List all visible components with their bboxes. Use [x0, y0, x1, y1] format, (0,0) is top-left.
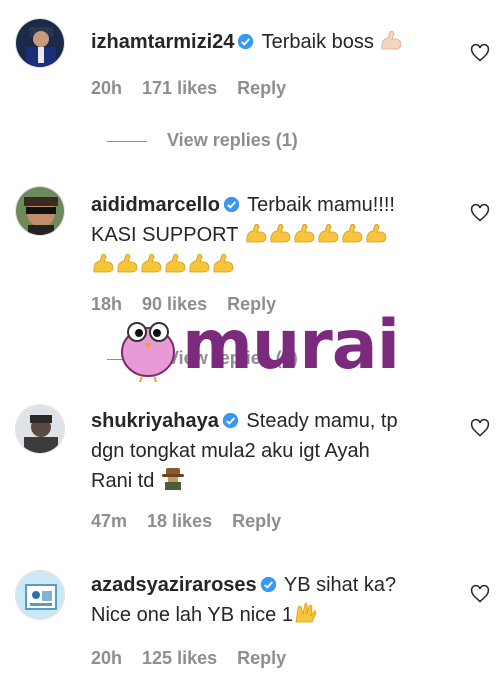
timestamp: 20h [91, 78, 123, 98]
comment-body-line2: KASI SUPPORT [91, 224, 239, 246]
comment-meta: 20h 171 likes Reply [91, 78, 306, 99]
view-replies-label: View replies (1) [167, 130, 298, 150]
heart-icon[interactable] [470, 418, 490, 438]
comment-text: azadsyaziraroses YB sihat ka? Nice one l… [91, 570, 451, 630]
username[interactable]: shukriyahaya [91, 410, 219, 432]
flexed-biceps-emoji [294, 223, 315, 243]
heart-icon[interactable] [470, 43, 490, 63]
like-count[interactable]: 171 likes [142, 78, 217, 98]
murai-watermark: murai [118, 306, 400, 386]
comment-body-line3: Rani td [91, 470, 155, 492]
flexed-biceps-emoji [381, 30, 402, 50]
flexed-biceps-emoji [117, 253, 138, 273]
like-count[interactable]: 125 likes [142, 648, 217, 668]
reply-button[interactable]: Reply [232, 511, 281, 531]
reply-button[interactable]: Reply [237, 78, 286, 98]
heart-icon[interactable] [470, 203, 490, 223]
flexed-biceps-emoji [93, 253, 114, 273]
verified-badge-icon [223, 196, 240, 213]
flexed-biceps-emoji-row [91, 253, 235, 276]
flexed-biceps-emoji [342, 223, 363, 243]
comment-body-line2: dgn tongkat mula2 aku igt Ayah [91, 440, 370, 462]
watermark-logo-text: murai [182, 306, 400, 385]
like-count[interactable]: 18 likes [147, 511, 212, 531]
flexed-biceps-emoji [141, 253, 162, 273]
cowboy-emoji [161, 468, 184, 490]
reply-button[interactable]: Reply [237, 648, 286, 668]
avatar[interactable] [15, 186, 65, 236]
heart-icon[interactable] [470, 584, 490, 604]
avatar[interactable] [15, 18, 65, 68]
avatar[interactable] [15, 570, 65, 620]
flexed-biceps-emoji [189, 253, 210, 273]
comment-text: shukriyahaya Steady mamu, tp dgn tongkat… [91, 406, 451, 496]
flexed-biceps-emoji [246, 223, 267, 243]
flexed-biceps-emoji [213, 253, 234, 273]
flexed-biceps-emoji [165, 253, 186, 273]
flexed-biceps-emoji-row [244, 223, 388, 246]
raising-hands-emoji [295, 602, 317, 623]
username[interactable]: azadsyaziraroses [91, 574, 257, 596]
avatar[interactable] [15, 404, 65, 454]
timestamp: 20h [91, 648, 123, 668]
comment-text: aididmarcello Terbaik mamu!!!! KASI SUPP… [91, 190, 451, 280]
timestamp: 18h [91, 294, 123, 314]
flexed-biceps-emoji [270, 223, 291, 243]
view-replies-button[interactable]: View replies (1) [107, 130, 298, 151]
username[interactable]: aididmarcello [91, 194, 220, 216]
comment-body: Terbaik boss [261, 31, 374, 53]
timestamp: 47m [91, 511, 128, 531]
comment-text: izhamtarmizi24 Terbaik boss [91, 27, 451, 57]
username[interactable]: izhamtarmizi24 [91, 31, 234, 53]
comment-body-line1: YB sihat ka? [283, 574, 397, 596]
comment-meta: 20h 125 likes Reply [91, 648, 306, 669]
verified-badge-icon [260, 576, 276, 593]
comment-body-line1: Steady mamu, tp [246, 410, 398, 432]
flexed-biceps-emoji [366, 223, 387, 243]
divider-line [107, 140, 147, 142]
comment-body-line1: Terbaik mamu!!!! [247, 194, 395, 216]
verified-badge-icon [222, 412, 239, 429]
comment-body-line2: Nice one lah YB nice 1 [91, 604, 293, 626]
flexed-biceps-emoji [318, 223, 339, 243]
verified-badge-icon [238, 33, 254, 50]
comment-meta: 47m 18 likes Reply [91, 511, 301, 532]
